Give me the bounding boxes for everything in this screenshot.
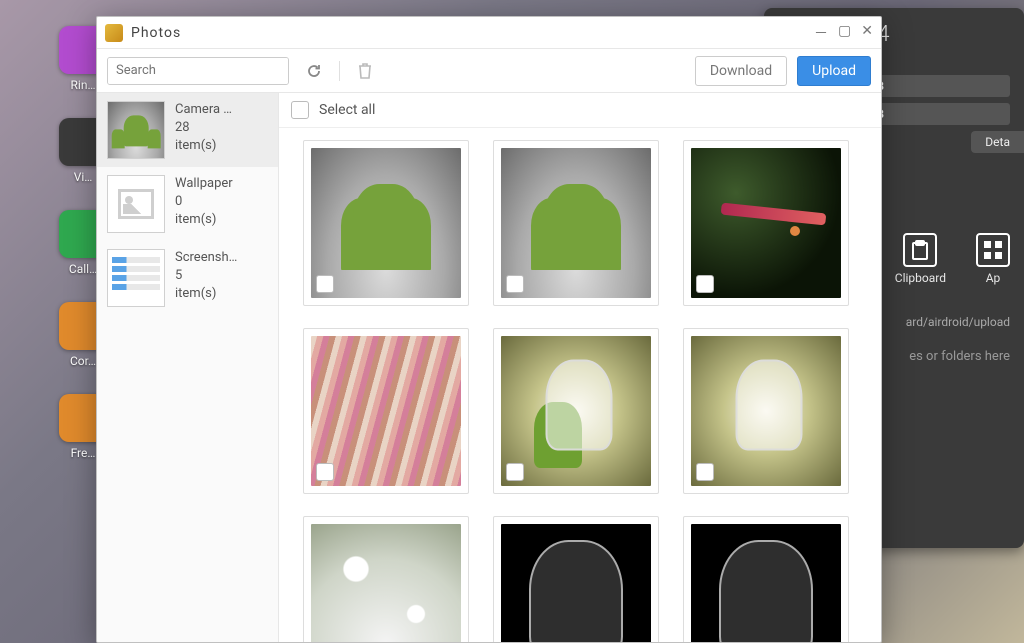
album-count: 5 <box>175 267 237 285</box>
search-field[interactable] <box>107 57 289 85</box>
minimize-button[interactable]: － <box>814 23 828 43</box>
photo-checkbox[interactable] <box>506 463 524 481</box>
photo-thumbnail <box>311 524 461 642</box>
details-button[interactable]: Deta <box>971 131 1024 153</box>
delete-button[interactable] <box>350 57 380 85</box>
photo-checkbox[interactable] <box>696 275 714 293</box>
photo-item[interactable] <box>303 140 469 306</box>
toolbar-separator <box>339 61 340 81</box>
photo-item[interactable] <box>493 140 659 306</box>
photo-checkbox[interactable] <box>506 275 524 293</box>
photos-main: Select all <box>279 93 881 642</box>
photo-checkbox[interactable] <box>316 275 334 293</box>
search-input[interactable] <box>108 58 289 84</box>
album-camera[interactable]: Camera … 28 item(s) <box>97 93 278 167</box>
album-name: Screensh… <box>175 249 237 267</box>
photo-thumbnail <box>501 524 651 642</box>
photo-item[interactable] <box>303 516 469 642</box>
device-icon-label: Ap <box>986 271 1001 285</box>
device-icon-label: Clipboard <box>895 271 946 285</box>
photo-checkbox[interactable] <box>316 463 334 481</box>
album-name: Camera … <box>175 101 232 119</box>
albums-sidebar: Camera … 28 item(s) Wallpaper 0 item(s) <box>97 93 279 642</box>
device-clipboard-button[interactable]: Clipboard <box>895 233 946 285</box>
photo-item[interactable] <box>683 328 849 494</box>
device-apps-button[interactable]: Ap <box>976 233 1010 285</box>
photo-item[interactable] <box>683 516 849 642</box>
photo-item[interactable] <box>303 328 469 494</box>
upload-button[interactable]: Upload <box>797 56 871 86</box>
album-items-label: item(s) <box>175 211 233 229</box>
album-wallpaper[interactable]: Wallpaper 0 item(s) <box>97 167 278 241</box>
desktop-background: Rin… Vi… Call… Cor… Fre… GE Nexus 4 oid … <box>0 0 1024 643</box>
photos-window: Photos － ▢ ✕ Download Uploa <box>96 16 882 643</box>
photo-checkbox[interactable] <box>696 463 714 481</box>
toolbar: Download Upload <box>97 49 881 93</box>
select-all-checkbox[interactable] <box>291 101 309 119</box>
photo-item[interactable] <box>493 516 659 642</box>
select-all-row[interactable]: Select all <box>279 93 881 128</box>
album-thumbnail <box>107 175 165 233</box>
album-name: Wallpaper <box>175 175 233 193</box>
album-count: 28 <box>175 119 232 137</box>
album-screenshots[interactable]: Screensh… 5 item(s) <box>97 241 278 315</box>
select-all-label: Select all <box>319 102 375 118</box>
trash-icon <box>358 63 372 79</box>
refresh-button[interactable] <box>299 57 329 85</box>
album-items-label: item(s) <box>175 285 237 303</box>
photos-app-icon <box>105 24 123 42</box>
photo-thumbnail <box>691 524 841 642</box>
grid-icon <box>976 233 1010 267</box>
download-button[interactable]: Download <box>695 56 787 86</box>
close-button[interactable]: ✕ <box>861 23 873 43</box>
titlebar[interactable]: Photos － ▢ ✕ <box>97 17 881 49</box>
album-thumbnail <box>107 101 165 159</box>
photo-item[interactable] <box>493 328 659 494</box>
window-title: Photos <box>131 25 814 41</box>
image-placeholder-icon <box>118 189 154 219</box>
maximize-button[interactable]: ▢ <box>838 23 851 43</box>
photo-grid[interactable] <box>279 128 881 642</box>
album-items-label: item(s) <box>175 137 232 155</box>
clipboard-icon <box>903 233 937 267</box>
screenshot-thumb-icon <box>108 250 164 306</box>
album-thumbnail <box>107 249 165 307</box>
refresh-icon <box>306 63 322 79</box>
album-count: 0 <box>175 193 233 211</box>
photo-item[interactable] <box>683 140 849 306</box>
